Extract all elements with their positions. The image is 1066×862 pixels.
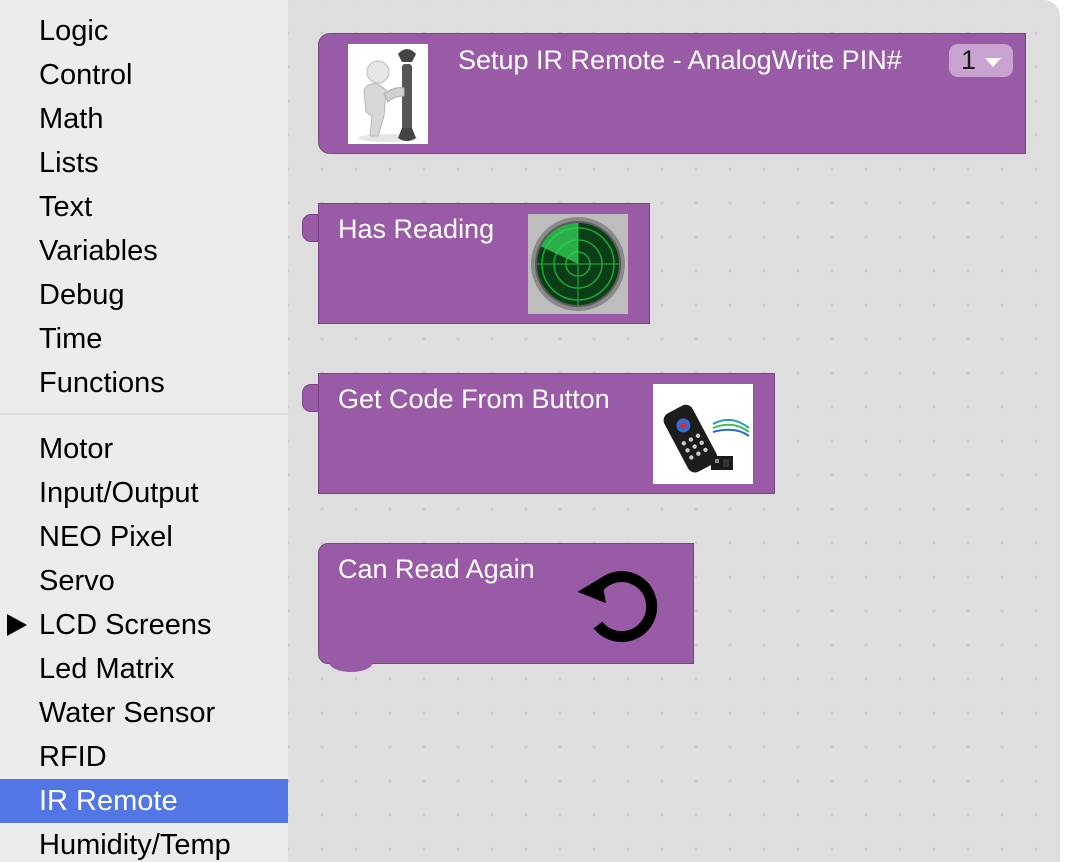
category-label: RFID — [39, 741, 107, 773]
chevron-down-icon — [985, 58, 1001, 67]
get-code-from-button-block[interactable]: Get Code From Button — [302, 373, 775, 494]
has-reading-title: Has Reading — [338, 214, 495, 244]
scrollbar-track — [1060, 0, 1066, 862]
category-logic[interactable]: Logic — [0, 9, 288, 53]
category-functions[interactable]: Functions — [0, 361, 288, 405]
has-reading-block[interactable]: Has Reading — [302, 203, 650, 324]
category-label: Motor — [39, 433, 114, 465]
category-label: Led Matrix — [39, 653, 175, 685]
category-time[interactable]: Time — [0, 317, 288, 361]
category-label: Time — [39, 323, 103, 355]
output-connector — [302, 214, 318, 242]
category-label: Water Sensor — [39, 697, 216, 729]
category-label: Variables — [39, 235, 158, 267]
setup-ir-remote-block[interactable]: Setup IR Remote - AnalogWrite PIN# 1 — [318, 33, 1026, 154]
can-read-again-block[interactable]: Can Read Again — [318, 543, 694, 672]
category-label: Servo — [39, 565, 115, 597]
toolbox-sidebar: Logic Control Math Lists Text Variables … — [0, 0, 288, 862]
setup-block-title: Setup IR Remote - AnalogWrite PIN# — [458, 45, 902, 75]
category-servo[interactable]: Servo — [0, 559, 288, 603]
category-label: Functions — [39, 367, 165, 399]
wrench-person-icon — [348, 44, 428, 144]
category-water-sensor[interactable]: Water Sensor — [0, 691, 288, 735]
category-label: Humidity/Temp — [39, 829, 231, 861]
category-neo-pixel[interactable]: NEO Pixel — [0, 515, 288, 559]
category-label: NEO Pixel — [39, 521, 173, 553]
category-variables[interactable]: Variables — [0, 229, 288, 273]
category-rfid[interactable]: RFID — [0, 735, 288, 779]
pin-value: 1 — [961, 45, 977, 75]
category-label: Debug — [39, 279, 125, 311]
reset-arrow-icon — [574, 559, 666, 651]
category-humidity-temp[interactable]: Humidity/Temp — [0, 823, 288, 862]
toolbox-separator — [0, 413, 288, 415]
category-input-output[interactable]: Input/Output — [0, 471, 288, 515]
category-motor[interactable]: Motor — [0, 427, 288, 471]
category-label: Math — [39, 103, 104, 135]
category-label: Lists — [39, 147, 99, 179]
get-code-title: Get Code From Button — [338, 384, 610, 414]
category-label: Logic — [39, 15, 109, 47]
expand-arrow-icon[interactable] — [7, 614, 27, 636]
category-label: Text — [39, 191, 93, 223]
category-led-matrix[interactable]: Led Matrix — [0, 647, 288, 691]
category-math[interactable]: Math — [0, 97, 288, 141]
pin-dropdown[interactable]: 1 — [949, 44, 1013, 77]
output-connector — [302, 384, 318, 412]
category-text[interactable]: Text — [0, 185, 288, 229]
category-label: IR Remote — [39, 785, 178, 817]
category-control[interactable]: Control — [0, 53, 288, 97]
category-lcd-screens[interactable]: LCD Screens — [0, 603, 288, 647]
category-label: Input/Output — [39, 477, 199, 509]
category-ir-remote[interactable]: IR Remote — [0, 779, 288, 823]
radar-icon — [528, 214, 628, 314]
category-lists[interactable]: Lists — [0, 141, 288, 185]
can-read-again-title: Can Read Again — [338, 554, 535, 584]
category-label: Control — [39, 59, 133, 91]
category-debug[interactable]: Debug — [0, 273, 288, 317]
ir-remote-icon — [653, 384, 753, 484]
category-label: LCD Screens — [39, 609, 212, 641]
